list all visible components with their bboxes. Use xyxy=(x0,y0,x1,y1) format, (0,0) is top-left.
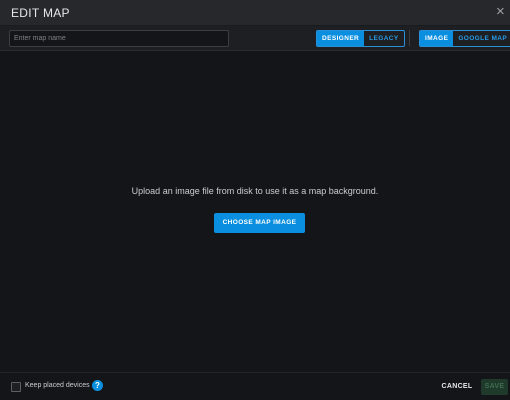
google-map-source-button[interactable]: GOOGLE MAP xyxy=(453,31,510,46)
map-name-input[interactable] xyxy=(9,30,229,47)
image-source-button[interactable]: IMAGE xyxy=(420,31,454,46)
keep-placed-devices-label[interactable]: Keep placed devices xyxy=(25,382,90,389)
editor-mode-toggle: DESIGNER LEGACY xyxy=(316,30,405,47)
map-canvas: Upload an image file from disk to use it… xyxy=(0,51,510,372)
save-button: SAVE xyxy=(481,379,508,395)
close-icon[interactable]: × xyxy=(496,4,510,20)
upload-message: Upload an image file from disk to use it… xyxy=(131,186,379,196)
legacy-mode-button[interactable]: LEGACY xyxy=(364,31,404,46)
map-source-toggle: IMAGE GOOGLE MAP xyxy=(419,30,510,47)
help-icon[interactable]: ? xyxy=(92,380,103,391)
map-toolbar: DESIGNER LEGACY IMAGE GOOGLE MAP xyxy=(0,26,510,51)
toolbar-divider xyxy=(409,30,410,46)
choose-map-image-button[interactable]: CHOOSE MAP IMAGE xyxy=(214,213,305,233)
designer-mode-button[interactable]: DESIGNER xyxy=(317,31,365,46)
keep-placed-devices-checkbox[interactable] xyxy=(11,382,21,392)
dialog-title: EDIT MAP xyxy=(11,6,70,20)
dialog-footer: Keep placed devices ? CANCEL SAVE xyxy=(0,372,510,400)
cancel-button[interactable]: CANCEL xyxy=(438,380,476,394)
dialog-header: EDIT MAP × xyxy=(0,0,510,26)
edit-map-dialog: EDIT MAP × DESIGNER LEGACY IMAGE GOOGLE … xyxy=(0,0,510,400)
